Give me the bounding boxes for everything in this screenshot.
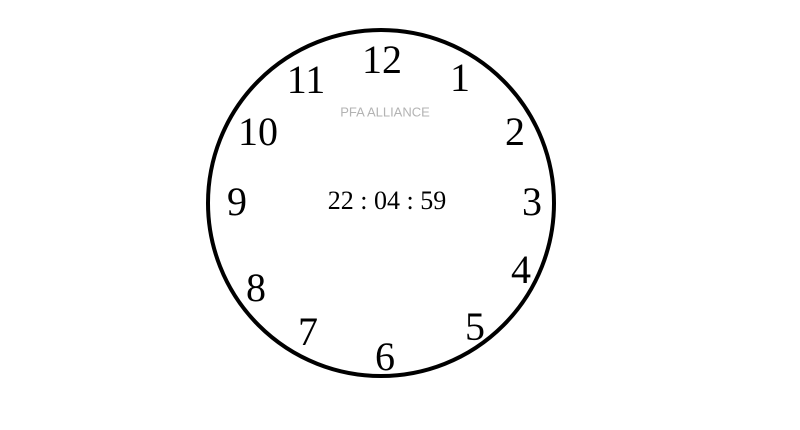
numeral-2: 2	[505, 109, 525, 154]
numeral-10: 10	[238, 109, 278, 154]
numeral-1: 1	[450, 55, 470, 100]
numeral-6: 6	[375, 334, 395, 379]
numeral-12: 12	[362, 37, 402, 82]
numeral-11: 11	[286, 57, 326, 102]
numeral-9: 9	[227, 179, 247, 224]
digital-time-display: 22 : 04 : 59	[327, 186, 447, 215]
numeral-4: 4	[511, 247, 531, 292]
brand-label: PFA ALLIANCE	[340, 104, 430, 120]
numeral-3: 3	[522, 179, 542, 224]
numeral-5: 5	[465, 304, 485, 349]
numeral-7: 7	[298, 309, 318, 354]
numeral-8: 8	[246, 265, 266, 310]
